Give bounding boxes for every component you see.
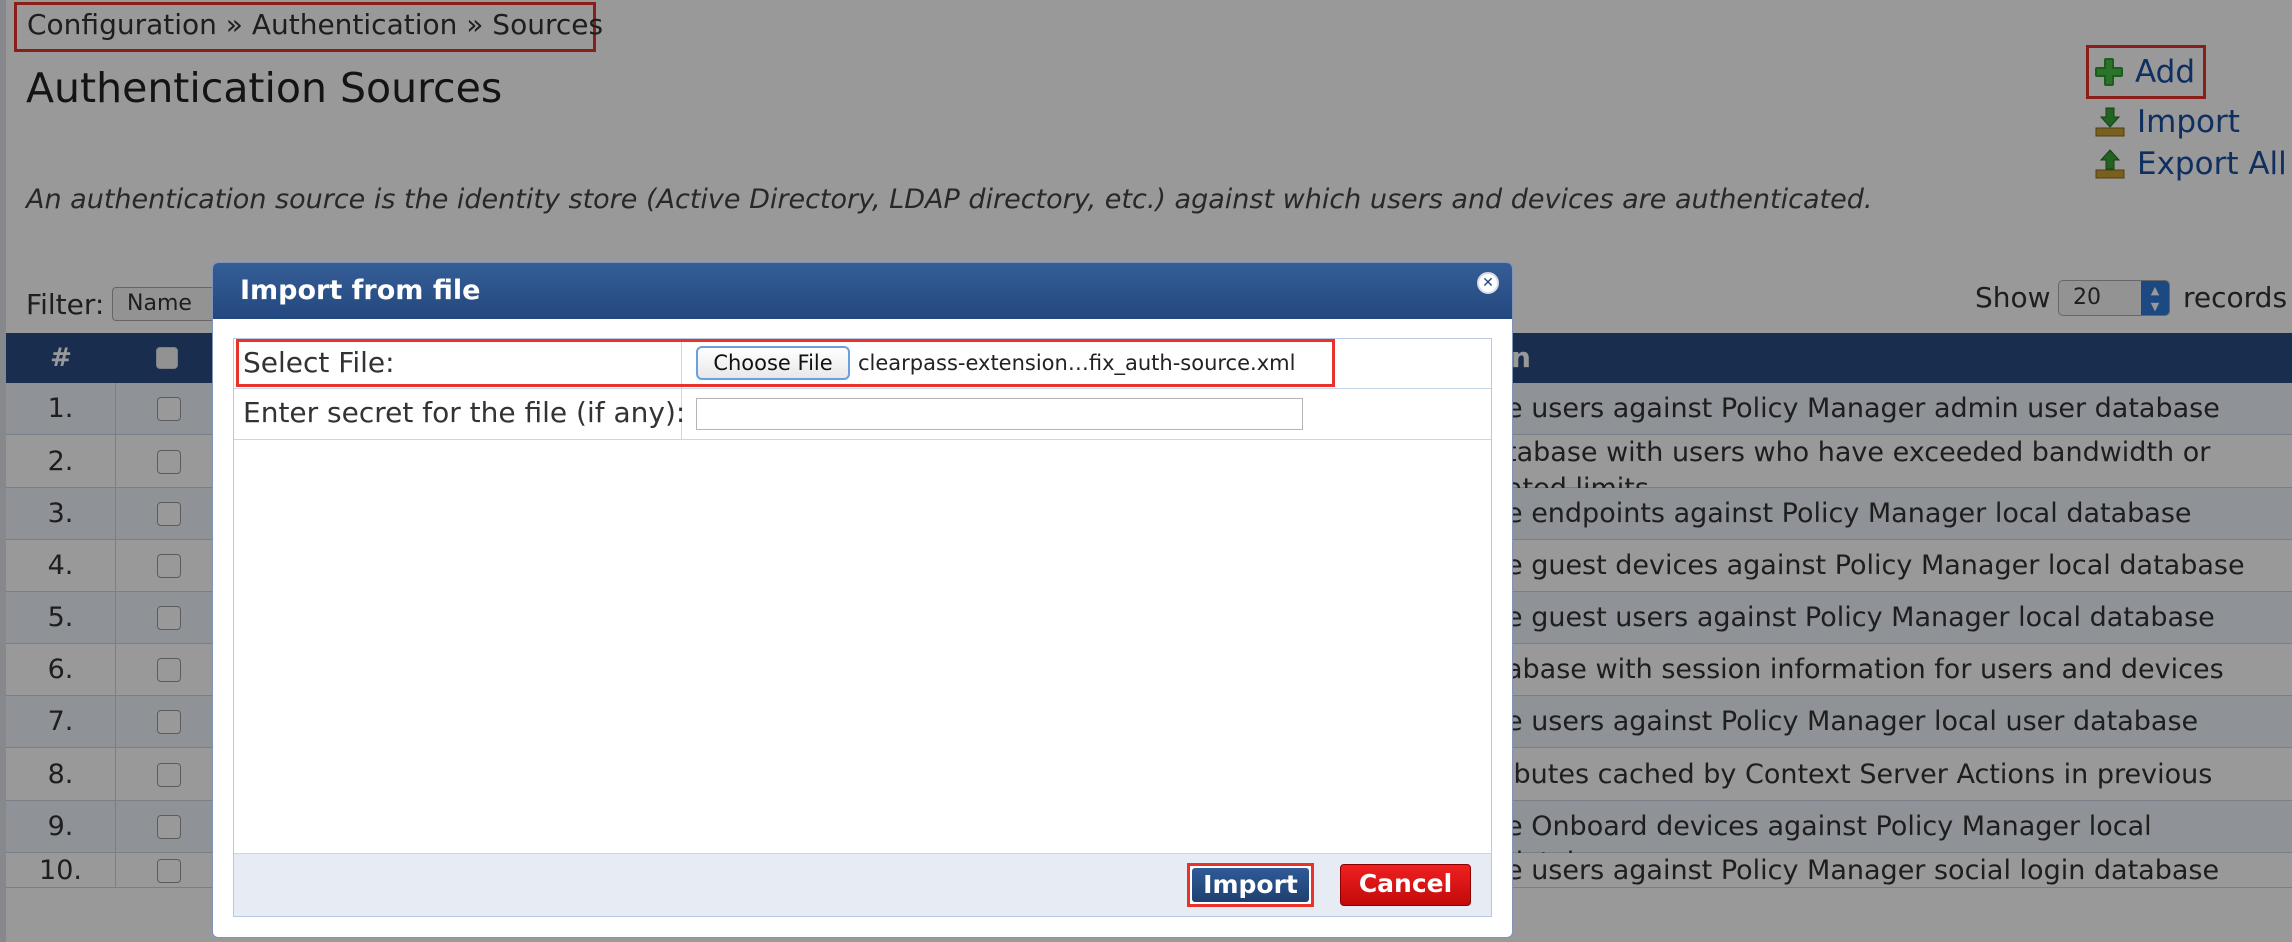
secret-row: Enter secret for the file (if any):	[234, 389, 1491, 440]
close-icon[interactable]: ✕	[1477, 272, 1499, 294]
secret-input[interactable]	[696, 398, 1303, 430]
dialog-title: Import from file	[240, 275, 481, 306]
choose-file-button[interactable]: Choose File	[696, 346, 850, 380]
select-file-label: Select File:	[234, 339, 682, 388]
import-dialog: Import from file ✕ Select File: Choose F…	[212, 262, 1513, 938]
secret-label: Enter secret for the file (if any):	[234, 389, 685, 439]
dialog-footer: Import Cancel	[234, 853, 1491, 916]
dialog-header: Import from file ✕	[213, 263, 1512, 319]
dialog-form: Select File: Choose File clearpass-exten…	[233, 338, 1492, 917]
selected-file-name: clearpass-extension…fix_auth-source.xml	[858, 351, 1296, 375]
cancel-button[interactable]: Cancel	[1340, 864, 1471, 906]
select-file-row: Select File: Choose File clearpass-exten…	[234, 339, 1491, 389]
import-button-label: Import	[1192, 868, 1309, 902]
import-button[interactable]: Import	[1187, 863, 1314, 907]
